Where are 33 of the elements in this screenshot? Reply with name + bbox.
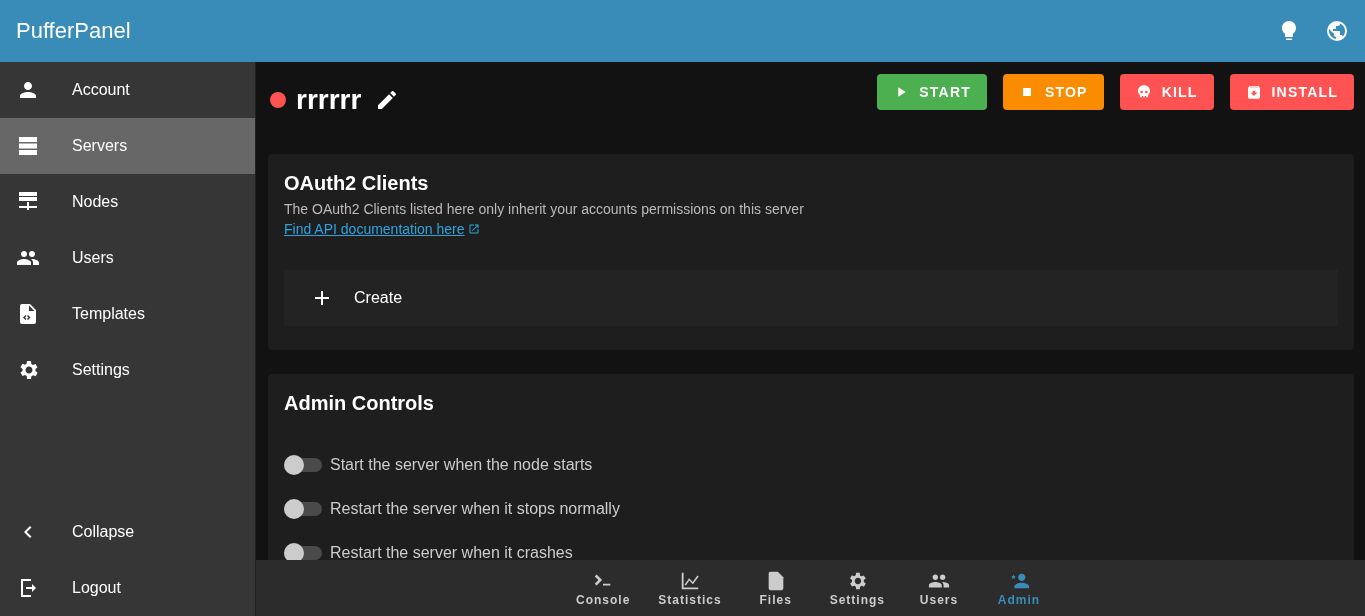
sidebar-item[interactable]: Templates xyxy=(0,286,255,342)
nav-tab[interactable]: Admin xyxy=(979,560,1059,616)
nav-tab[interactable]: Users xyxy=(899,560,979,616)
server-name: rrrrrr xyxy=(296,84,362,116)
toggle-switch[interactable] xyxy=(284,458,322,472)
sidebar-item[interactable]: Collapse xyxy=(0,504,255,560)
server-rack-icon xyxy=(16,134,40,158)
toggle-label: Restart the server when it crashes xyxy=(330,544,573,560)
nav-tab[interactable]: Statistics xyxy=(644,560,736,616)
card-description: The OAuth2 Clients listed here only inherit your accounts permissions on this server xyxy=(284,201,805,217)
archive-icon xyxy=(1245,84,1262,100)
toggle-label: Start the server when the node starts xyxy=(330,456,593,474)
sidebar-item[interactable]: Users xyxy=(0,230,255,286)
api-docs-link[interactable]: Find API documentation here xyxy=(284,221,480,237)
nav-tab[interactable]: Console xyxy=(561,560,645,616)
card-title: OAuth2 Clients xyxy=(284,172,430,195)
nav-tab[interactable]: Files xyxy=(735,560,816,616)
card-title: Admin Controls xyxy=(284,392,435,415)
sidebar-item[interactable]: Account xyxy=(0,62,255,118)
skull-icon xyxy=(1135,84,1152,100)
toggle-switch[interactable] xyxy=(284,502,322,516)
language-button[interactable] xyxy=(1325,19,1349,43)
sidebar-item[interactable]: Logout xyxy=(0,560,255,616)
toggle-switch[interactable] xyxy=(284,546,322,560)
app-title: PufferPanel xyxy=(16,18,132,44)
sidebar-item[interactable]: Servers xyxy=(0,118,255,174)
nav-tab[interactable]: Settings xyxy=(815,560,899,616)
external-link-icon xyxy=(467,223,480,235)
sidebar-item[interactable]: Settings xyxy=(0,342,255,398)
globe-icon xyxy=(1325,19,1349,43)
create-client-button[interactable]: Create xyxy=(284,270,1338,326)
sidebar-item[interactable]: Nodes xyxy=(0,174,255,230)
toggle-label: Restart the server when it stops normally xyxy=(330,500,620,518)
